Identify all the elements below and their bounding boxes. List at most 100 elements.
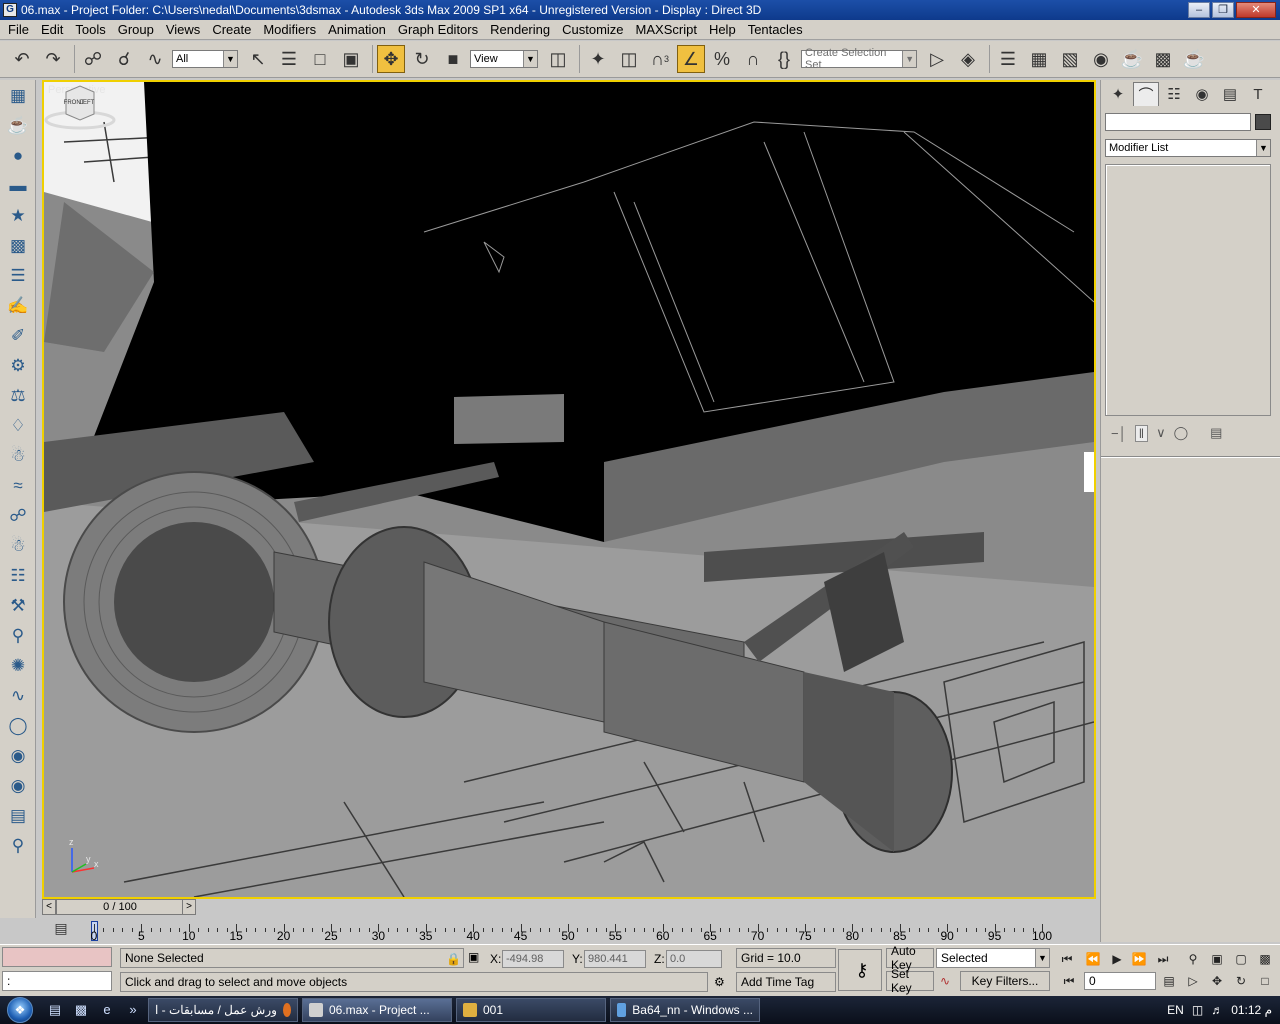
- rope-icon[interactable]: ∿: [4, 682, 32, 710]
- wave-icon[interactable]: ≈: [4, 472, 32, 500]
- time-slider-next-icon[interactable]: >: [182, 899, 196, 915]
- y-coordinate-field[interactable]: 980.441: [584, 950, 646, 968]
- select-and-move-icon[interactable]: ✥: [377, 45, 405, 73]
- menu-views[interactable]: Views: [160, 22, 206, 37]
- zoom-all-icon[interactable]: ▣: [1206, 949, 1228, 969]
- set-key-big-button[interactable]: ⚷: [838, 949, 882, 991]
- material-editor-icon[interactable]: ◉: [1087, 45, 1115, 73]
- menu-graph-editors[interactable]: Graph Editors: [392, 22, 484, 37]
- viewcube-icon[interactable]: FRONT LEFT: [44, 82, 116, 134]
- select-and-link-icon[interactable]: ☍: [79, 45, 107, 73]
- add-time-tag-button[interactable]: Add Time Tag: [736, 972, 836, 992]
- stack-icon[interactable]: ☰: [4, 262, 32, 290]
- object-name-field[interactable]: [1105, 113, 1251, 131]
- select-and-rotate-icon[interactable]: ↻: [408, 45, 436, 73]
- pin-stack-icon[interactable]: −│: [1111, 426, 1127, 441]
- internet-explorer-icon[interactable]: e: [96, 1000, 118, 1020]
- menu-modifiers[interactable]: Modifiers: [257, 22, 322, 37]
- bone-icon[interactable]: ☷: [4, 562, 32, 590]
- reference-coordinate-dropdown[interactable]: View ▼: [470, 50, 538, 68]
- teapot-icon[interactable]: ☕: [4, 112, 32, 140]
- key-mode-dropdown[interactable]: Selected ▼: [936, 948, 1050, 968]
- window-crossing-icon[interactable]: ▣: [337, 45, 365, 73]
- app-icon[interactable]: G: [3, 3, 17, 17]
- start-button[interactable]: ❖: [0, 996, 40, 1024]
- task-3dsmax[interactable]: 06.max - Project ...: [302, 998, 452, 1022]
- modifier-stack[interactable]: [1105, 164, 1271, 416]
- task-folder-001[interactable]: 001: [456, 998, 606, 1022]
- menu-tentacles[interactable]: Tentacles: [742, 22, 809, 37]
- menu-rendering[interactable]: Rendering: [484, 22, 556, 37]
- tape-icon[interactable]: ✍: [4, 292, 32, 320]
- display-tab-icon[interactable]: ▤: [1217, 82, 1243, 106]
- select-object-icon[interactable]: ↖: [244, 45, 272, 73]
- graphite-ribbon-icon[interactable]: ▦: [1025, 45, 1053, 73]
- x-coordinate-field[interactable]: -494.98: [502, 950, 564, 968]
- remove-modifier-icon[interactable]: ◯: [1174, 425, 1189, 441]
- time-slider-thumb[interactable]: 0 / 100: [56, 899, 184, 915]
- orbit-icon[interactable]: ↻: [1230, 971, 1252, 991]
- helper-icon[interactable]: ⚖: [4, 382, 32, 410]
- curve-editor-icon[interactable]: ▧: [1056, 45, 1084, 73]
- sphere-icon[interactable]: ●: [4, 142, 32, 170]
- zoom-icon[interactable]: ⚲: [4, 832, 32, 860]
- configure-sets-icon[interactable]: ▤: [1210, 425, 1222, 441]
- create-geometry-icon[interactable]: ▦: [4, 82, 32, 110]
- link-icon[interactable]: ☍: [4, 502, 32, 530]
- menu-file[interactable]: File: [2, 22, 35, 37]
- language-indicator[interactable]: EN: [1167, 1003, 1184, 1017]
- undo-icon[interactable]: ↶: [8, 45, 36, 73]
- key-mode-toggle-icon[interactable]: ⏮: [1058, 971, 1080, 991]
- play-icon[interactable]: ▶: [1106, 949, 1128, 969]
- menu-animation[interactable]: Animation: [322, 22, 392, 37]
- make-unique-icon[interactable]: ∨: [1156, 425, 1166, 441]
- maximize-viewport-icon[interactable]: □: [1254, 971, 1276, 991]
- mirror-icon[interactable]: ▷: [923, 45, 951, 73]
- unlink-icon[interactable]: ☌: [110, 45, 138, 73]
- key-filters-button[interactable]: Key Filters...: [960, 971, 1050, 991]
- selection-filter-dropdown[interactable]: All ▼: [172, 50, 238, 68]
- close-button[interactable]: ✕: [1236, 2, 1276, 18]
- clock[interactable]: 01:12 م: [1231, 1003, 1272, 1017]
- plane-icon[interactable]: ▬: [4, 172, 32, 200]
- pan-view-icon[interactable]: ✥: [1206, 971, 1228, 991]
- pin-icon[interactable]: ⚲: [4, 622, 32, 650]
- redo-icon[interactable]: ↷: [39, 45, 67, 73]
- modifier-list-dropdown[interactable]: Modifier List ▼: [1105, 139, 1271, 157]
- maximize-button[interactable]: ❐: [1212, 2, 1234, 18]
- goto-start-icon[interactable]: ⏮: [1056, 949, 1078, 969]
- window-icon[interactable]: ▤: [4, 802, 32, 830]
- menu-tools[interactable]: Tools: [69, 22, 111, 37]
- menu-edit[interactable]: Edit: [35, 22, 69, 37]
- fish-icon[interactable]: ♢: [4, 412, 32, 440]
- bind-space-warp-icon[interactable]: ∿: [141, 45, 169, 73]
- time-configuration-icon[interactable]: ▤: [1158, 971, 1180, 991]
- zoom-extents-icon[interactable]: ▢: [1230, 949, 1252, 969]
- z-coordinate-field[interactable]: 0.0: [666, 950, 722, 968]
- quick-render-icon[interactable]: ☕: [1180, 45, 1208, 73]
- biped-icon[interactable]: ☃: [4, 532, 32, 560]
- show-end-result-icon[interactable]: ‖: [1134, 424, 1149, 442]
- angle-snap-icon[interactable]: ∠: [677, 45, 705, 73]
- time-slider-prev-icon[interactable]: <: [42, 899, 56, 915]
- rendered-frame-window-icon[interactable]: ▩: [1149, 45, 1177, 73]
- motion-tab-icon[interactable]: ◉: [1189, 82, 1215, 106]
- paint-icon[interactable]: ✐: [4, 322, 32, 350]
- material-icon[interactable]: ◉: [4, 772, 32, 800]
- auto-key-button[interactable]: Auto Key: [886, 944, 934, 972]
- gear-icon[interactable]: ⚙: [4, 352, 32, 380]
- field-of-view-icon[interactable]: ▷: [1182, 971, 1204, 991]
- spinner-snap-icon[interactable]: ∩: [739, 45, 767, 73]
- task-firefox[interactable]: ورش عمل / مسابقات - ا: [148, 998, 298, 1022]
- perspective-viewport[interactable]: Perspective FRONT LEFT z x y: [42, 80, 1096, 899]
- prev-frame-icon[interactable]: ⏪: [1082, 949, 1104, 969]
- zoom-extents-all-icon[interactable]: ▩: [1254, 949, 1276, 969]
- object-color-swatch[interactable]: [1255, 114, 1271, 130]
- render-setup-icon[interactable]: ☕: [1118, 45, 1146, 73]
- hammer-icon[interactable]: ⚒: [4, 592, 32, 620]
- map-icon[interactable]: ◉: [4, 742, 32, 770]
- modify-tab-icon[interactable]: ⌒: [1133, 82, 1159, 106]
- wheel-icon[interactable]: ✺: [4, 652, 32, 680]
- absolute-mode-icon[interactable]: ▣: [468, 950, 479, 964]
- edit-named-selection-icon[interactable]: {}: [770, 45, 798, 73]
